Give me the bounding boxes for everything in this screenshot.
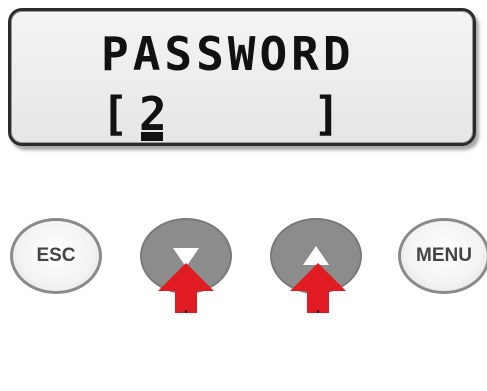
red-arrow-up-icon [290, 263, 346, 313]
menu-button-label: MENU [416, 245, 472, 266]
lcd-line-1: PASSWORD [101, 27, 355, 81]
entry-close-bracket: ] [313, 87, 345, 141]
red-arrow-up-icon [158, 263, 214, 313]
esc-button-label: ESC [36, 245, 76, 266]
cursor-block [141, 132, 163, 141]
menu-button[interactable]: MENU [398, 218, 487, 294]
esc-button[interactable]: ESC [10, 218, 102, 294]
entry-open-bracket: [ [101, 87, 133, 141]
lcd-display: PASSWORD [ 2 ] [8, 8, 476, 146]
